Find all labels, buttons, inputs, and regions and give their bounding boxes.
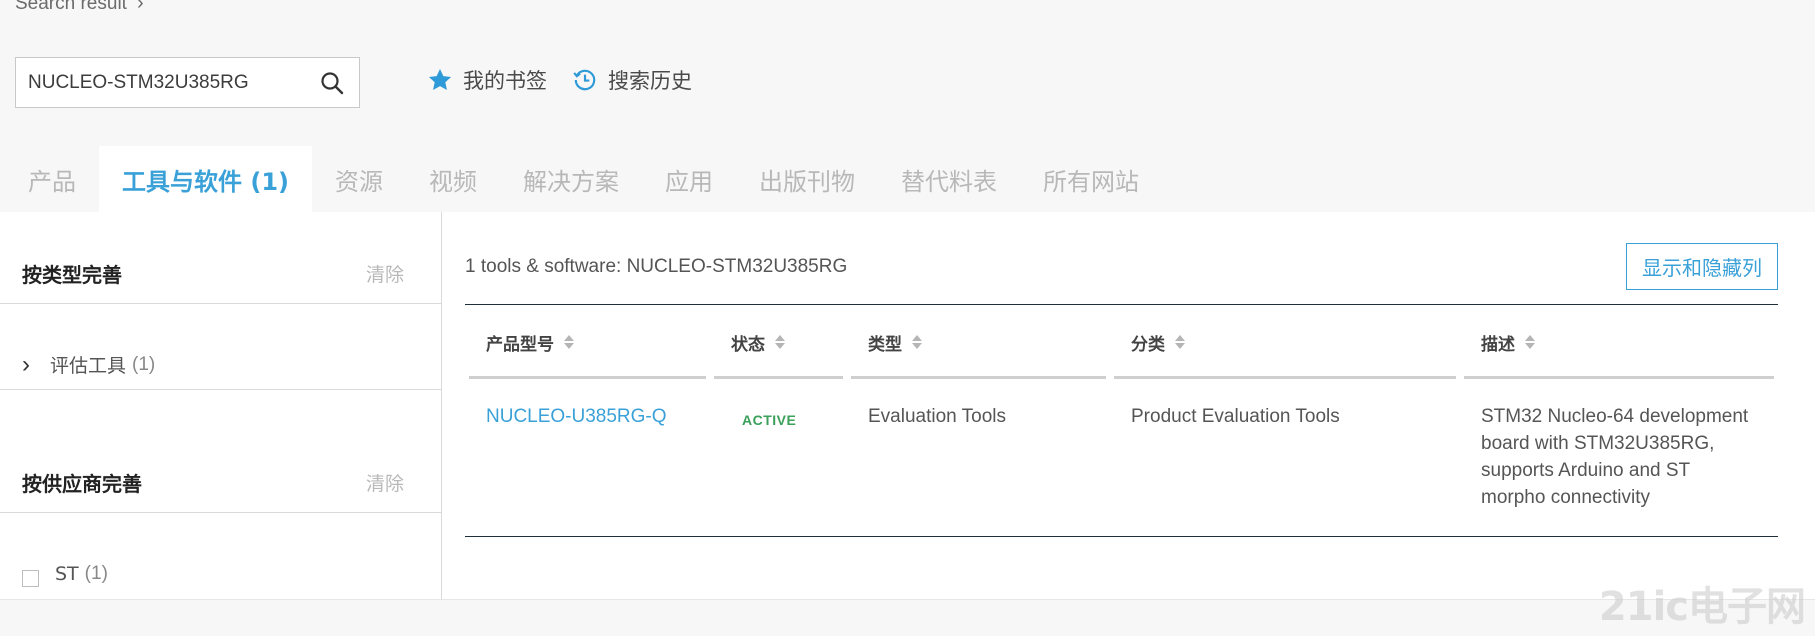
status-badge: ACTIVE	[742, 412, 797, 428]
content-panel: 按类型完善 清除 › 评估工具 (1) 按供应商完善 清除 ST (1) 1 t…	[0, 212, 1815, 600]
tab-publications[interactable]: 出版刊物	[736, 146, 878, 212]
vendor-facet-title: 按供应商完善	[22, 472, 142, 496]
type-cell: Evaluation Tools	[868, 406, 1007, 427]
table-row: NUCLEO-U385RG-Q ACTIVE Evaluation Tools …	[465, 379, 1778, 536]
type-facet-item-label: 评估工具	[50, 355, 127, 377]
vendor-facet-item-count: (1)	[84, 563, 108, 584]
column-header-description[interactable]: 描述	[1460, 305, 1778, 379]
bookmarks-link[interactable]: 我的书签	[426, 65, 547, 95]
tab-resources[interactable]: 资源	[312, 146, 406, 212]
type-facet-header: 按类型完善 清除	[0, 244, 442, 304]
show-hide-columns-button[interactable]: 显示和隐藏列	[1626, 243, 1778, 290]
search-box	[15, 57, 360, 108]
tab-videos[interactable]: 视频	[406, 146, 500, 212]
tab-applications[interactable]: 应用	[642, 146, 736, 212]
page: Search result › 我的书签 搜索历史 产品 工具与软件 (1) 资…	[0, 0, 1815, 636]
column-header-part-number[interactable]: 产品型号	[465, 305, 710, 379]
search-input[interactable]	[28, 71, 298, 94]
part-number-link[interactable]: NUCLEO-U385RG-Q	[465, 379, 710, 536]
tab-all-sites[interactable]: 所有网站	[1020, 146, 1162, 212]
breadcrumb-label[interactable]: Search result	[15, 0, 127, 15]
column-header-label: 状态	[731, 334, 765, 355]
breadcrumb[interactable]: Search result ›	[15, 0, 144, 15]
search-history-link[interactable]: 搜索历史	[571, 65, 692, 95]
vendor-facet-item[interactable]: ST (1)	[0, 549, 442, 599]
tab-solutions[interactable]: 解决方案	[500, 146, 642, 212]
column-header-label: 描述	[1481, 334, 1515, 355]
result-count: 1 tools & software: NUCLEO-STM32U385RG	[465, 256, 848, 277]
watermark-logo: 21ic电子网	[1598, 584, 1806, 630]
tab-tools-software[interactable]: 工具与软件 (1)	[99, 146, 312, 212]
column-header-type[interactable]: 类型	[847, 305, 1110, 379]
sort-icon[interactable]	[1525, 335, 1535, 349]
vendor-facet-header: 按供应商完善 清除	[0, 453, 442, 513]
history-icon	[571, 66, 599, 94]
results-table: 产品型号 状态 类型 分类 描述 NUCLEO-U385RG-Q ACTIVE …	[465, 304, 1778, 537]
chevron-right-icon[interactable]: ›	[22, 351, 36, 379]
column-header-category[interactable]: 分类	[1110, 305, 1460, 379]
category-cell: Product Evaluation Tools	[1131, 406, 1340, 427]
results-area: 1 tools & software: NUCLEO-STM32U385RG 显…	[442, 212, 1815, 599]
tab-cross-reference[interactable]: 替代料表	[878, 146, 1020, 212]
result-tabs: 产品 工具与软件 (1) 资源 视频 解决方案 应用 出版刊物 替代料表 所有网…	[0, 146, 1162, 212]
search-icon[interactable]	[317, 68, 347, 98]
vendor-st-checkbox[interactable]	[22, 569, 39, 587]
column-header-label: 产品型号	[486, 334, 554, 355]
column-header-label: 类型	[868, 334, 902, 355]
type-facet-title: 按类型完善	[22, 263, 122, 287]
sort-icon[interactable]	[564, 335, 574, 349]
table-header: 产品型号 状态 类型 分类 描述	[465, 305, 1778, 379]
quick-links: 我的书签 搜索历史	[426, 65, 692, 95]
tab-products[interactable]: 产品	[0, 146, 99, 212]
chevron-right-icon: ›	[136, 0, 144, 14]
column-header-label: 分类	[1131, 334, 1165, 355]
type-facet-item-count: (1)	[132, 353, 156, 375]
vendor-facet-clear-button[interactable]: 清除	[366, 469, 404, 496]
description-cell: STM32 Nucleo-64 development board with S…	[1481, 406, 1749, 508]
bookmarks-label: 我的书签	[463, 70, 547, 93]
sort-icon[interactable]	[775, 335, 785, 349]
sort-icon[interactable]	[1175, 335, 1185, 349]
star-icon	[426, 66, 454, 94]
type-facet-clear-button[interactable]: 清除	[366, 260, 404, 287]
sort-icon[interactable]	[912, 335, 922, 349]
type-facet-item[interactable]: › 评估工具 (1)	[0, 340, 442, 390]
vendor-facet-item-label: ST	[55, 563, 79, 585]
column-header-status[interactable]: 状态	[710, 305, 847, 379]
search-history-label: 搜索历史	[608, 70, 692, 93]
filter-sidebar: 按类型完善 清除 › 评估工具 (1) 按供应商完善 清除 ST (1)	[0, 212, 442, 599]
